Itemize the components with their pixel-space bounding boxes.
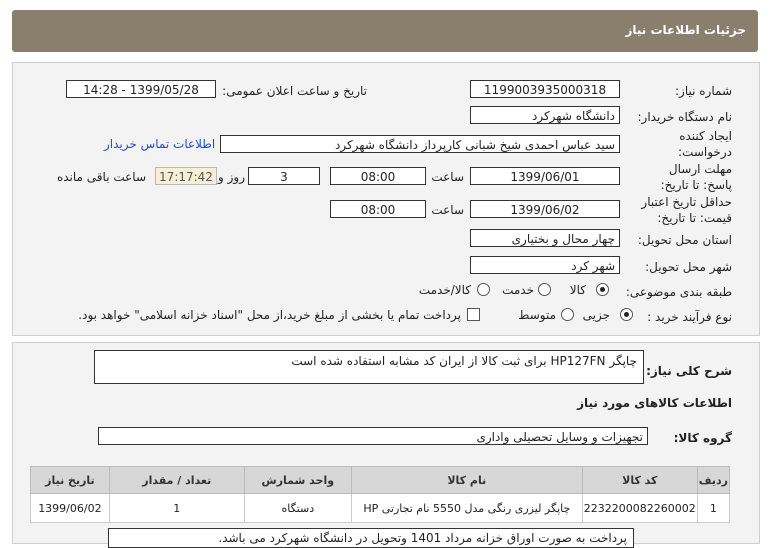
creator-field: سید عباس احمدی شیخ شبانی کارپرداز دانشگا… bbox=[220, 135, 620, 153]
page-title: جزئیات اطلاعات نیاز bbox=[625, 23, 746, 37]
goods-group-field: تجهیزات و وسایل تحصیلی واداری bbox=[98, 427, 648, 445]
cell-quantity: 1 bbox=[108, 493, 245, 523]
days-field: 3 bbox=[248, 167, 320, 185]
treasury-payment-checkbox[interactable] bbox=[467, 308, 480, 321]
goods-info-title: اطلاعات کالاهای مورد نیاز bbox=[577, 396, 732, 410]
category-radio-service[interactable] bbox=[538, 283, 551, 296]
province-label: استان محل تحویل: bbox=[637, 233, 732, 247]
cell-row: 1 bbox=[696, 493, 731, 523]
city-label: شهر محل تحویل: bbox=[645, 260, 732, 274]
table-row: 1 2232200082260002 چاپگر لیزری رنگی مدل … bbox=[30, 493, 731, 523]
cell-name: چاپگر لیزری رنگی مدل 5550 نام تجارتی HP bbox=[350, 493, 583, 523]
buyer-label: نام دستگاه خریدار: bbox=[637, 110, 733, 124]
cell-date: 1399/06/02 bbox=[30, 493, 110, 523]
province-field: چهار محال و بختیاری bbox=[470, 229, 620, 247]
cell-code: 2232200082260002 bbox=[581, 493, 698, 523]
process-option-partial: جزیی bbox=[582, 308, 610, 322]
remaining-timer: 17:17:42 bbox=[155, 167, 217, 185]
summary-label: شرح کلی نیاز: bbox=[646, 364, 732, 378]
deadline-time-label: ساعت bbox=[431, 170, 464, 184]
category-radio-goods-service[interactable] bbox=[477, 283, 490, 296]
validity-time-label: ساعت bbox=[431, 203, 464, 217]
process-option-medium: متوسط bbox=[518, 308, 556, 322]
remaining-label: ساعت باقی مانده bbox=[56, 170, 146, 184]
goods-group-label: گروه کالا: bbox=[673, 431, 732, 445]
category-radio-goods[interactable] bbox=[596, 283, 609, 296]
creator-label: ایجاد کننده درخواست: bbox=[678, 129, 732, 159]
page-header: جزئیات اطلاعات نیاز bbox=[12, 10, 758, 52]
col-unit-header: واحد شمارش bbox=[243, 466, 352, 494]
treasury-payment-note: پرداخت تمام یا بخشی از مبلغ خرید،از محل … bbox=[78, 308, 461, 322]
note-field: پرداخت به صورت اوراق خزانه مرداد 1401 وت… bbox=[108, 528, 634, 548]
cell-unit: دستگاه bbox=[243, 493, 352, 523]
days-label: روز و bbox=[218, 170, 245, 184]
goods-table-header: ردیف کد کالا نام کالا واحد شمارش تعداد /… bbox=[30, 466, 731, 494]
need-number-field: 1199003935000318 bbox=[470, 80, 620, 98]
announce-field: 1399/05/28 - 14:28 bbox=[66, 80, 216, 98]
announce-label: تاریخ و ساعت اعلان عمومی: bbox=[222, 84, 367, 98]
city-field: شهر کرد bbox=[470, 256, 620, 274]
col-quantity-header: تعداد / مقدار bbox=[108, 466, 245, 494]
validity-date-field: 1399/06/02 bbox=[470, 200, 620, 218]
category-option-goods: کالا bbox=[569, 283, 586, 297]
col-name-header: نام کالا bbox=[350, 466, 583, 494]
need-number-label: شماره نیاز: bbox=[675, 84, 732, 98]
summary-field: چاپگر HP127FN برای ثبت کالا از ایران کد … bbox=[94, 350, 644, 384]
category-option-service: خدمت bbox=[502, 283, 534, 297]
col-code-header: کد کالا bbox=[581, 466, 698, 494]
buyer-field: دانشگاه شهرکرد bbox=[470, 106, 620, 124]
category-option-goods-service: کالا/خدمت bbox=[418, 283, 471, 297]
deadline-time-field: 08:00 bbox=[330, 167, 426, 185]
validity-time-field: 08:00 bbox=[330, 200, 426, 218]
validity-label: حداقل تاریخ اعتبار قیمت: تا تاریخ: bbox=[641, 195, 732, 225]
process-radio-medium[interactable] bbox=[561, 308, 574, 321]
process-label: نوع فرآیند خرید : bbox=[647, 310, 732, 324]
deadline-date-field: 1399/06/01 bbox=[470, 167, 620, 185]
col-row-header: ردیف bbox=[696, 466, 731, 494]
contact-buyer-link[interactable]: اطلاعات تماس خریدار bbox=[104, 137, 215, 151]
deadline-label: مهلت ارسال پاسخ: تا تاریخ: bbox=[660, 162, 732, 192]
col-date-header: تاریخ نیاز bbox=[30, 466, 110, 494]
process-radio-partial[interactable] bbox=[620, 308, 633, 321]
goods-table: ردیف کد کالا نام کالا واحد شمارش تعداد /… bbox=[30, 466, 731, 523]
category-label: طبقه بندی موضوعی: bbox=[625, 285, 732, 299]
